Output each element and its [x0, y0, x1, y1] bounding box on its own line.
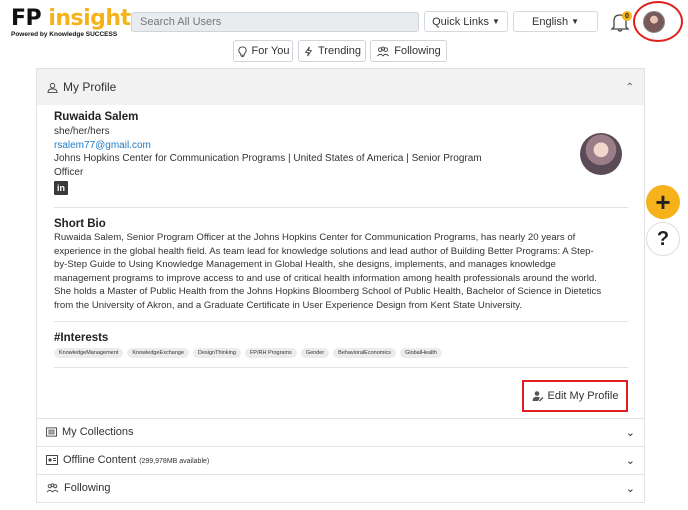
interest-tag[interactable]: DesignThinking — [193, 347, 241, 358]
language-dropdown[interactable]: English ▼ — [513, 11, 598, 32]
fp-insight-logo[interactable]: FP insight Powered by Knowledge SUCCESS — [11, 7, 131, 39]
following-accordion-header[interactable]: Following ⌄ — [37, 473, 644, 502]
tab-for-you[interactable]: For You — [233, 40, 293, 62]
offline-storage-note: (299,978MB available) — [139, 458, 210, 466]
collections-title: My Collections — [62, 426, 134, 439]
interests-tag-list: KnowledgeManagement KnowledgeExchange De… — [54, 347, 628, 358]
profile-section-title: My Profile — [63, 80, 117, 94]
chevron-down-icon: ⌄ — [625, 454, 635, 467]
chevron-down-icon: ⌄ — [625, 482, 635, 495]
interest-tag[interactable]: KnowledgeExchange — [127, 347, 190, 358]
list-icon — [46, 427, 57, 437]
divider — [54, 320, 628, 322]
chevron-up-icon: ⌃ — [625, 81, 634, 93]
quick-links-dropdown[interactable]: Quick Links ▼ — [424, 11, 508, 32]
profile-pronouns: she/her/hers — [54, 126, 110, 137]
following-title: Following — [64, 482, 111, 495]
tab-following[interactable]: Following — [370, 40, 447, 62]
caret-down-icon: ▼ — [571, 17, 579, 26]
interests-title: #Interests — [54, 331, 109, 344]
profile-name: Ruwaida Salem — [54, 111, 139, 123]
profile-photo — [580, 133, 622, 175]
highlight-circle — [633, 1, 683, 42]
add-button[interactable]: + — [646, 185, 680, 219]
caret-down-icon: ▼ — [491, 17, 500, 26]
bio-text: Ruwaida Salem, Senior Program Officer at… — [54, 232, 602, 311]
profile-accordion-header[interactable]: My Profile ⌃ — [37, 69, 644, 105]
offline-content-title: Offline Content — [63, 454, 137, 467]
bio-title: Short Bio — [54, 218, 106, 230]
offline-icon — [46, 455, 58, 466]
interest-tag[interactable]: KnowledgeManagement — [54, 347, 124, 358]
collections-accordion-header[interactable]: My Collections ⌄ — [37, 417, 644, 446]
people-icon — [46, 483, 59, 493]
logo-tagline: Powered by Knowledge SUCCESS — [11, 31, 118, 38]
profile-affiliation: Johns Hopkins Center for Communication P… — [54, 153, 482, 164]
edit-profile-button[interactable]: Edit My Profile — [522, 379, 628, 412]
divider — [54, 207, 628, 208]
profile-accordion: My Profile ⌃ Ruwaida Salem she/her/hers … — [36, 68, 645, 503]
interest-tag[interactable]: BehavioralEconomics — [333, 347, 397, 358]
search-input[interactable] — [131, 12, 419, 32]
chevron-down-icon: ⌄ — [625, 426, 635, 439]
profile-email-link[interactable]: rsalem77@gmail.com — [54, 139, 628, 153]
interest-tag[interactable]: Gender — [300, 347, 330, 358]
person-icon — [47, 82, 58, 93]
profile-body: Ruwaida Salem she/her/hers rsalem77@gmai… — [37, 105, 644, 418]
tab-trending[interactable]: Trending — [298, 40, 366, 62]
help-button[interactable]: ? — [646, 222, 680, 256]
interest-tag[interactable]: GlobalHealth — [400, 347, 442, 358]
lightbulb-icon — [237, 45, 247, 57]
interest-tag[interactable]: FP/RH Programs — [244, 347, 297, 358]
offline-content-accordion-header[interactable]: Offline Content (299,978MB available) ⌄ — [37, 445, 644, 474]
user-edit-icon — [532, 390, 544, 402]
linkedin-icon[interactable]: in — [54, 181, 68, 195]
lightning-icon — [304, 46, 313, 56]
notification-badge: 0 — [622, 11, 632, 21]
people-icon — [377, 46, 390, 56]
profile-affiliation-cont: Officer — [54, 166, 84, 178]
